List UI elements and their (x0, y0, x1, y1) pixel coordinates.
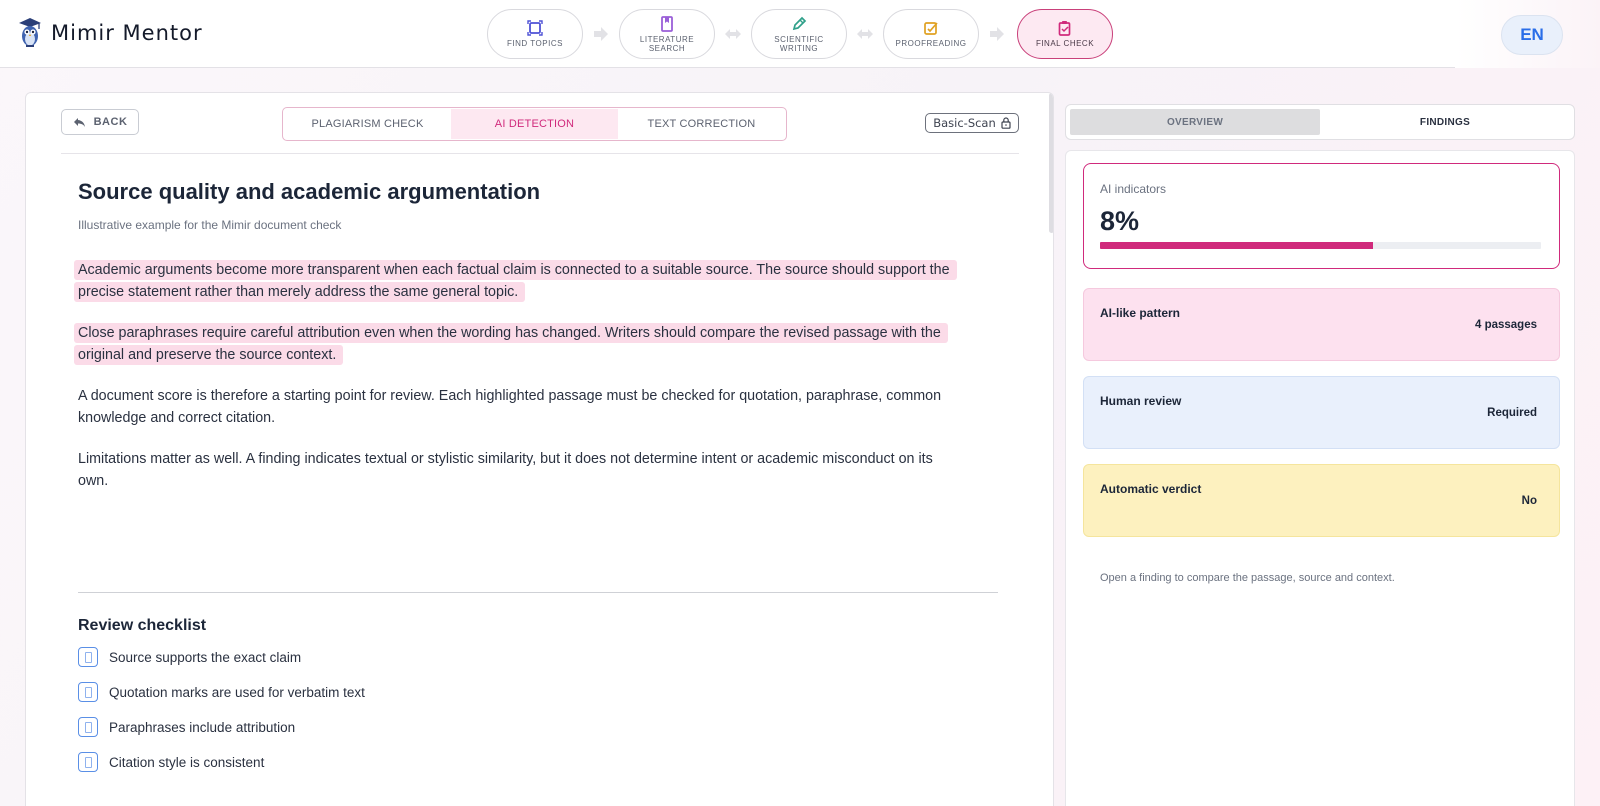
tab-ai-detection[interactable]: AI DETECTION (451, 109, 618, 139)
paragraph: A document score is therefore a starting… (78, 388, 942, 426)
paragraph: Limitations matter as well. A finding in… (78, 451, 933, 489)
tab-text-correction[interactable]: TEXT CORRECTION (618, 109, 785, 139)
step-literature-search[interactable]: Literature Search (619, 9, 715, 59)
toolbar-divider (61, 153, 1019, 154)
clipboard-icon (1056, 19, 1074, 37)
step-arrow-icon (725, 29, 741, 39)
metric-label: Automatic verdict (1100, 482, 1202, 496)
tab-plagiarism-check[interactable]: PLAGIARISM CHECK (284, 109, 451, 139)
checkbox[interactable] (78, 682, 98, 702)
checklist-item: Paraphrases include attribution (78, 716, 295, 738)
app-name: Mimir Mentor (51, 21, 203, 45)
check-mode-tabs: PLAGIARISM CHECK AI DETECTION TEXT CORRE… (282, 107, 787, 141)
language-switcher[interactable]: EN (1501, 15, 1563, 55)
step-arrow-icon (857, 29, 873, 39)
ai-indicators-bar-fill (1100, 242, 1374, 249)
checklist-icon (922, 19, 940, 37)
metric-automatic-verdict[interactable]: Automatic verdict No (1083, 464, 1560, 537)
ai-indicators-value: 8% (1100, 206, 1140, 236)
step-label: Proofreading (895, 39, 967, 49)
step-find-topics[interactable]: Find Topics (487, 9, 583, 59)
tab-overview[interactable]: OVERVIEW (1070, 109, 1320, 135)
highlighted-passage[interactable]: Close paraphrases require careful attrib… (74, 323, 948, 365)
target-icon (526, 19, 544, 37)
step-final-check[interactable]: Final Check (1017, 9, 1113, 59)
ai-indicators-label: AI indicators (1100, 182, 1167, 196)
checklist-title: Review checklist (78, 617, 207, 634)
metric-value: Required (1487, 407, 1537, 419)
checkbox-mark-icon (84, 651, 92, 663)
scrollbar-thumb[interactable] (1049, 93, 1053, 233)
metric-value: No (1521, 495, 1537, 507)
findings-hint: Open a finding to compare the passage, s… (1100, 572, 1395, 584)
lock-icon (1001, 117, 1011, 129)
results-panel: AI indicators 8% AI-like pattern 4 passa… (1065, 150, 1575, 806)
step-arrow-icon (594, 27, 608, 41)
step-label: Final Check (1035, 39, 1095, 49)
checkbox-mark-icon (84, 756, 92, 768)
document-title: Source quality and academic argumentatio… (78, 179, 541, 204)
paragraph-highlighted[interactable]: Academic arguments become more transpare… (74, 259, 958, 303)
checkbox-mark-icon (84, 686, 92, 698)
step-arrow-icon (990, 27, 1004, 41)
step-proofreading[interactable]: Proofreading (883, 9, 979, 59)
reply-arrow-icon (73, 117, 85, 127)
owl-logo-icon (19, 18, 41, 47)
document-panel: BACK PLAGIARISM CHECK AI DETECTION TEXT … (25, 92, 1054, 806)
brand[interactable]: Mimir Mentor (17, 16, 203, 50)
back-label: BACK (93, 116, 128, 128)
bookmark-icon (658, 15, 676, 33)
checklist-divider (78, 592, 998, 593)
checkbox[interactable] (78, 752, 98, 772)
metric-label: AI-like pattern (1100, 306, 1181, 320)
ai-indicators-bar (1100, 242, 1541, 249)
paragraph-highlighted[interactable]: Close paraphrases require careful attrib… (74, 322, 958, 366)
step-label: Literature Search (639, 35, 695, 53)
tab-findings[interactable]: FINDINGS (1320, 109, 1570, 135)
results-tabs: OVERVIEW FINDINGS (1065, 104, 1575, 140)
step-label: Find Topics (507, 39, 563, 49)
checkbox-mark-icon (84, 721, 92, 733)
highlighted-passage[interactable]: Academic arguments become more transpare… (74, 260, 957, 302)
checkbox[interactable] (78, 647, 98, 667)
checkbox[interactable] (78, 717, 98, 737)
metric-label: Human review (1100, 394, 1182, 408)
metric-human-review[interactable]: Human review Required (1083, 376, 1560, 449)
checklist-item: Quotation marks are used for verbatim te… (78, 681, 365, 703)
checklist-item-label: Source supports the exact claim (109, 649, 302, 665)
document-subtitle: Illustrative example for the Mimir docum… (78, 218, 342, 232)
app-header: Mimir Mentor Find Topics Literature Sear… (0, 0, 1600, 68)
metric-value: 4 passages (1474, 319, 1537, 331)
checklist-item: Citation style is consistent (78, 751, 264, 773)
checklist-item-label: Citation style is consistent (109, 754, 265, 770)
back-button[interactable]: BACK (61, 109, 139, 135)
pen-icon (790, 15, 808, 33)
checklist-item: Source supports the exact claim (78, 646, 301, 668)
plan-badge-label: Basic-Scan (933, 116, 996, 130)
step-scientific-writing[interactable]: Scientific Writing (751, 9, 847, 59)
ai-indicators-card: AI indicators 8% (1083, 163, 1560, 269)
metric-ai-like-pattern[interactable]: AI-like pattern 4 passages (1083, 288, 1560, 361)
step-label: Scientific Writing (774, 35, 824, 53)
checklist-item-label: Quotation marks are used for verbatim te… (109, 684, 365, 700)
plan-badge[interactable]: Basic-Scan (925, 113, 1019, 133)
checklist-item-label: Paraphrases include attribution (109, 719, 296, 735)
